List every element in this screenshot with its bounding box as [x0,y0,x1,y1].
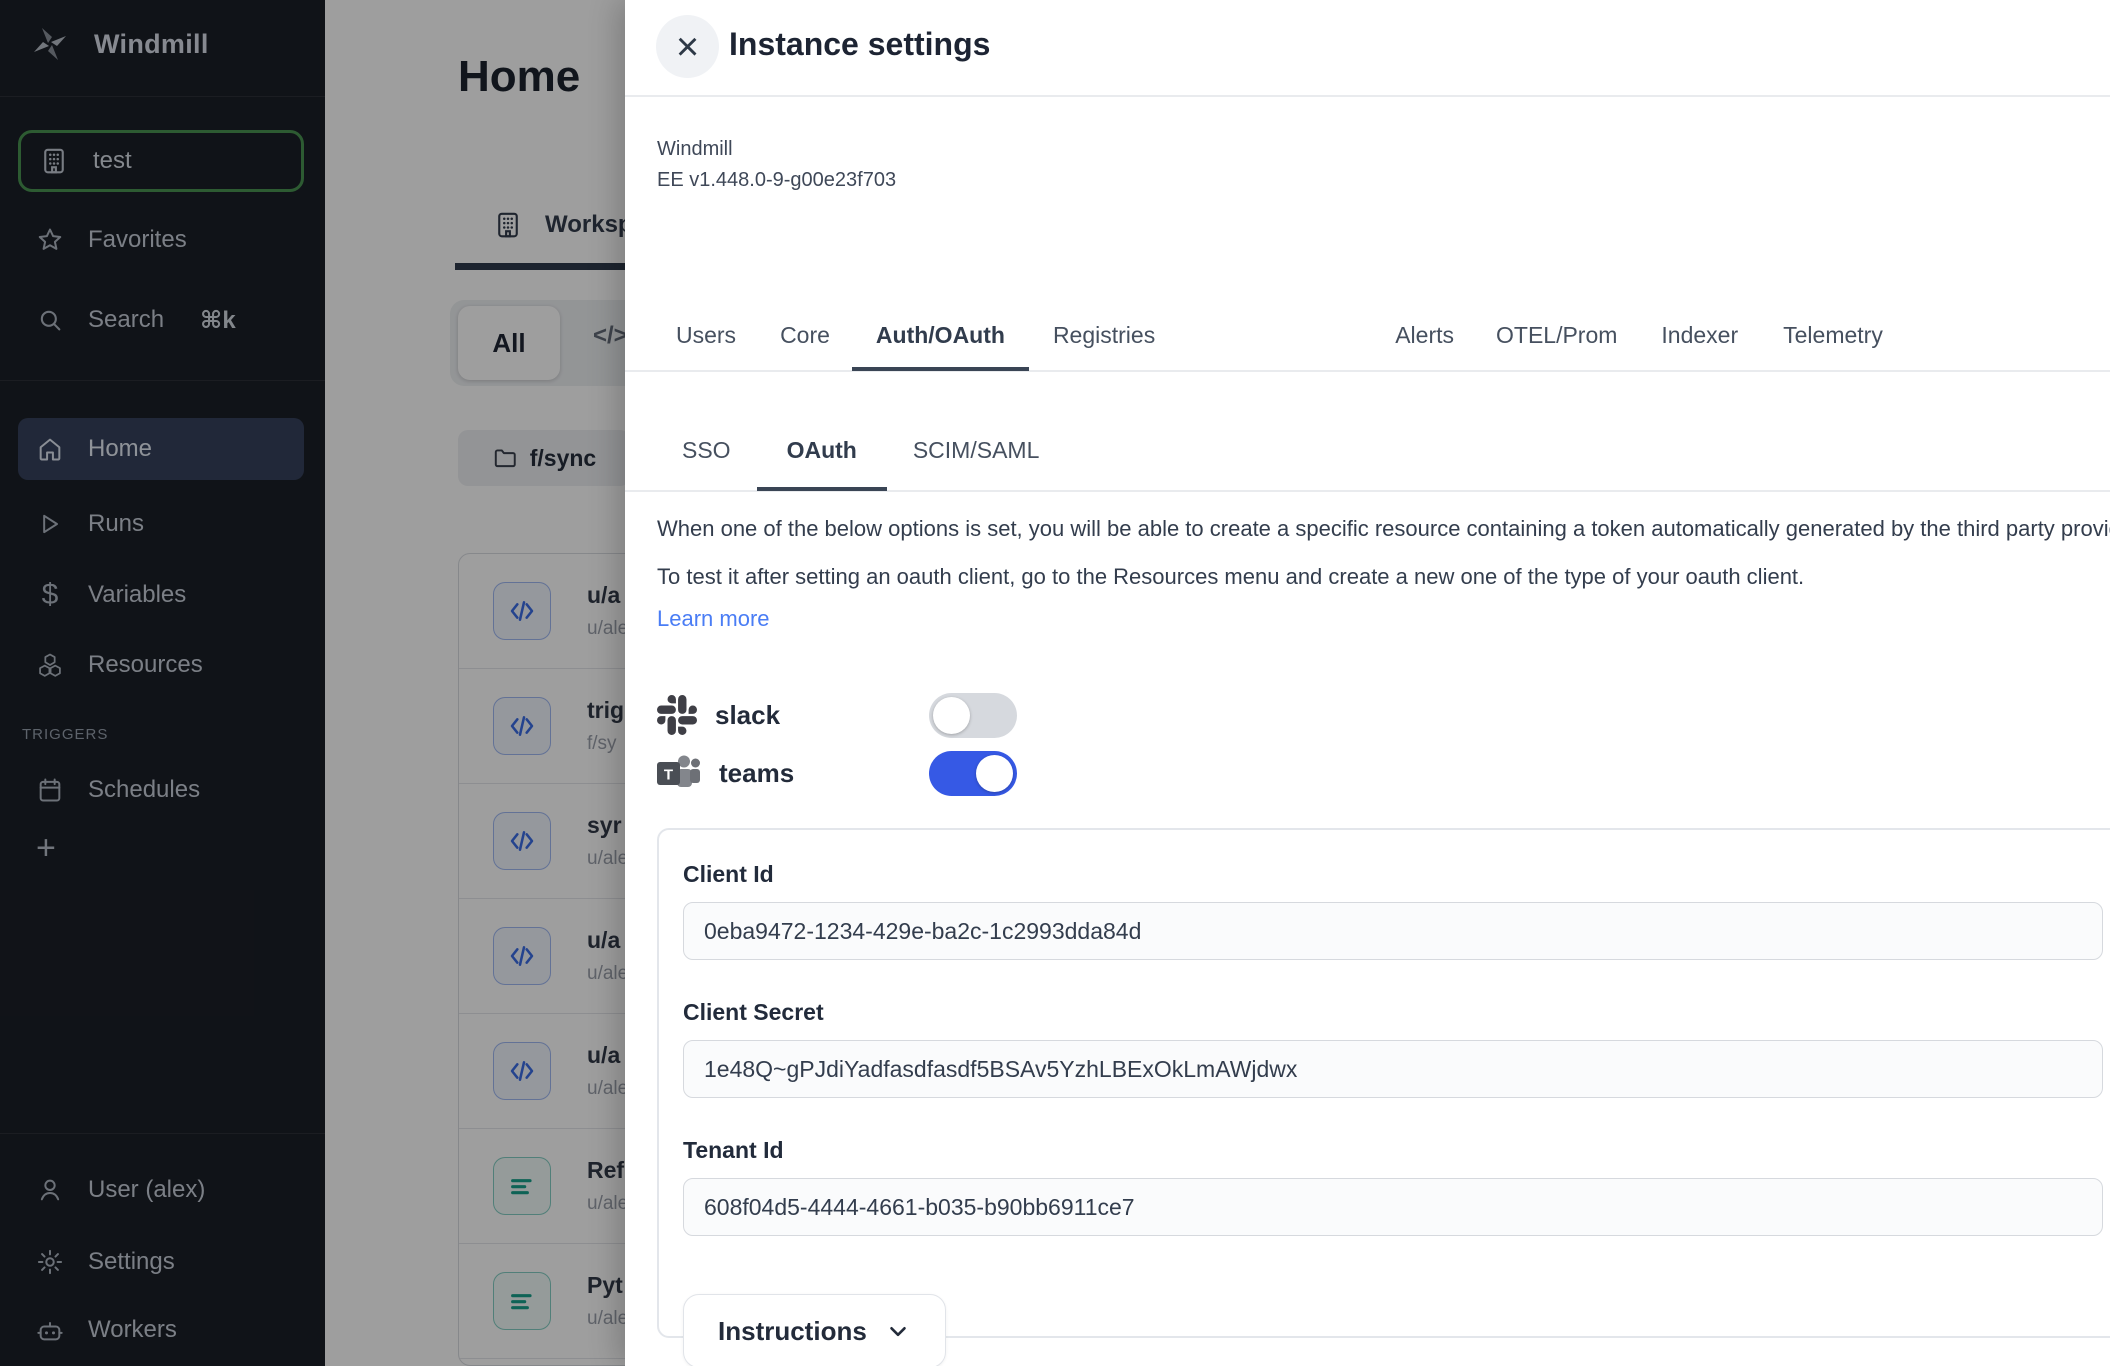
close-button[interactable]: × [656,15,719,78]
tab-auth-oauth[interactable]: Auth/OAuth [876,299,1005,371]
subtab-oauth[interactable]: OAuth [787,409,857,491]
client-secret-input[interactable] [683,1040,2103,1098]
teams-toggle[interactable] [929,751,1017,796]
client-secret-label: Client Secret [683,998,2101,1026]
tab-core[interactable]: Core [780,299,830,371]
client-id-input[interactable] [683,902,2103,960]
drawer-backdrop[interactable] [0,0,625,1366]
instructions-label: Instructions [718,1316,867,1347]
teams-icon: T [657,753,701,793]
tab-users[interactable]: Users [676,299,736,371]
description-line-2: To test it after setting an oauth client… [657,553,2110,601]
tab-telemetry[interactable]: Telemetry [1783,299,1883,371]
close-icon: × [676,27,699,67]
teams-oauth-config-card: Client Id Client Secret Tenant Id Instru… [657,828,2110,1338]
auth-subtabs: SSO OAuth SCIM/SAML [625,410,2110,492]
toggle-knob [976,755,1013,792]
tab-otel-prom[interactable]: OTEL/Prom [1496,299,1617,371]
tenant-id-input[interactable] [683,1178,2103,1236]
provider-name: teams [719,758,794,789]
app-name: Windmill [657,134,896,165]
learn-more-link[interactable]: Learn more [657,606,770,632]
subtab-scim-saml[interactable]: SCIM/SAML [913,409,1040,491]
drawer-header-divider [625,95,2110,97]
description-line-1: When one of the below options is set, yo… [657,505,2110,553]
provider-row-slack: slack [657,686,1017,744]
svg-text:T: T [664,767,673,784]
tab-registries[interactable]: Registries [1053,299,1155,371]
instance-settings-drawer: × Instance settings Windmill EE v1.448.0… [625,0,2110,1366]
client-id-label: Client Id [683,860,2101,888]
toggle-knob [933,697,970,734]
settings-tabs: Users Core Auth/OAuth Registries Alerts … [625,300,2110,372]
subtab-sso[interactable]: SSO [682,409,731,491]
app: Windmill test [0,0,2110,1366]
oauth-description: When one of the below options is set, yo… [657,505,2110,601]
tab-indexer[interactable]: Indexer [1661,299,1738,371]
tab-alerts[interactable]: Alerts [1395,299,1454,371]
drawer-title: Instance settings [729,26,990,63]
provider-name: slack [715,700,780,731]
instructions-button[interactable]: Instructions [683,1294,946,1366]
version-block: Windmill EE v1.448.0-9-g00e23f703 [657,134,896,196]
slack-toggle[interactable] [929,693,1017,738]
slack-icon [657,695,697,735]
chevron-down-icon [885,1318,911,1344]
provider-row-teams: T teams [657,744,1017,802]
version-string: EE v1.448.0-9-g00e23f703 [657,165,896,196]
tenant-id-label: Tenant Id [683,1136,2101,1164]
